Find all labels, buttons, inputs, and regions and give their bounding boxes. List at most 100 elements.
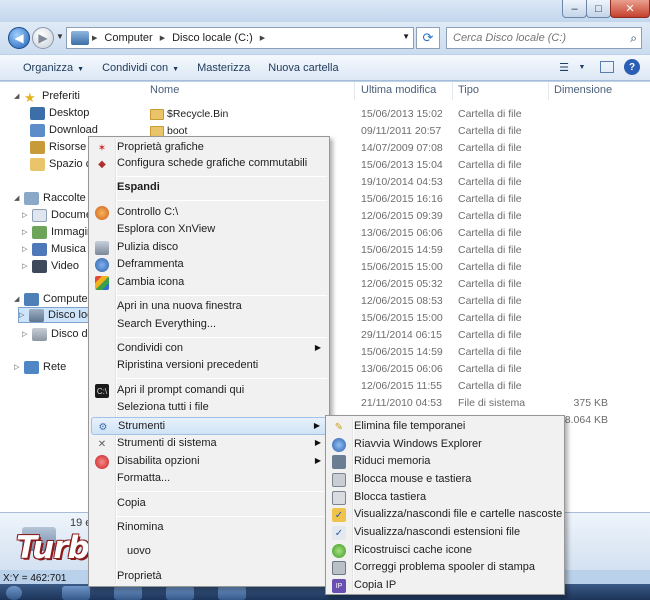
menu-format[interactable]: Formatta... — [91, 470, 327, 488]
new-folder-button[interactable]: Nuova cartella — [259, 62, 347, 74]
search-input[interactable] — [447, 28, 617, 48]
submenu-rebuild-icons[interactable]: Ricostruisci cache icone — [328, 542, 562, 560]
submenu-delete-temp[interactable]: ✎ Elimina file temporanei — [328, 418, 562, 436]
taskbar-explorer-icon[interactable] — [62, 586, 90, 600]
menu-graphics-config[interactable]: ◆ Configura schede grafiche commutabili — [91, 155, 327, 173]
menu-restore-versions[interactable]: Ripristina versioni precedenti — [91, 357, 327, 375]
submenu-block-mouse-keyboard[interactable]: Blocca mouse e tastiera — [328, 471, 562, 489]
menu-new[interactable]: uovo — [91, 543, 327, 561]
menu-defragment[interactable]: Deframmenta — [91, 256, 327, 274]
ip-address-icon: IP — [332, 579, 346, 593]
share-with-button[interactable]: Condividi con ▼ — [93, 62, 188, 74]
file-modified-date: 15/06/2013 15:04 — [361, 159, 443, 171]
menu-open-new-window[interactable]: Apri in una nuova finestra — [91, 298, 327, 316]
menu-share-with[interactable]: Condividi con ▶ — [91, 340, 327, 358]
collapse-arrow-icon[interactable]: ▷ — [22, 211, 32, 219]
menu-tools[interactable]: ⚙ Strumenti ▶ — [91, 417, 327, 435]
start-button[interactable] — [6, 586, 22, 600]
menu-label: uovo — [127, 545, 151, 557]
column-header-type[interactable]: Tipo — [458, 84, 479, 96]
nav-favorites[interactable]: ◢ ★ Preferiti — [14, 88, 80, 105]
maximize-button[interactable]: □ — [586, 0, 611, 18]
collapse-arrow-icon[interactable]: ▷ — [14, 363, 24, 371]
submenu-block-keyboard[interactable]: Blocca tastiera — [328, 489, 562, 507]
collapse-arrow-icon[interactable]: ▷ — [22, 245, 32, 253]
menu-disk-cleanup[interactable]: Pulizia disco — [91, 239, 327, 257]
collapse-arrow-icon[interactable]: ▷ — [22, 330, 32, 338]
address-dropdown-icon[interactable]: ▼ — [402, 32, 410, 41]
expand-arrow-icon[interactable]: ◢ — [14, 295, 24, 303]
preview-pane-icon[interactable] — [600, 61, 614, 73]
column-header-name[interactable]: Nome — [150, 84, 179, 96]
menu-rename[interactable]: Rinomina — [91, 519, 327, 537]
help-icon[interactable]: ? — [624, 59, 640, 75]
search-box[interactable]: ⌕ — [446, 27, 642, 49]
back-button[interactable]: ◀ — [8, 27, 30, 49]
menu-change-icon[interactable]: Cambia icona — [91, 274, 327, 292]
submenu-toggle-extensions[interactable]: ✓ Visualizza/nascondi estensioni file — [328, 524, 562, 542]
nav-images[interactable]: ▷ Immagin — [22, 224, 93, 240]
column-divider[interactable] — [354, 82, 355, 100]
menu-label: Strumenti di sistema — [117, 437, 217, 449]
nav-documents[interactable]: ▷ Documen — [22, 207, 98, 223]
submenu-fix-spooler[interactable]: Correggi problema spooler di stampa — [328, 559, 562, 577]
chevron-right-icon[interactable]: ▶ — [92, 34, 97, 42]
submenu-restart-explorer[interactable]: Riavvia Windows Explorer — [328, 436, 562, 454]
nav-downloads-label: Download — [49, 124, 98, 136]
taskbar-media-icon[interactable] — [218, 586, 246, 600]
breadcrumb-local-disk[interactable]: Disco locale (C:) — [168, 32, 257, 44]
chevron-right-icon[interactable]: ▶ — [160, 34, 165, 42]
nav-computer[interactable]: ◢ Computer — [14, 291, 91, 307]
nav-music[interactable]: ▷ Musica — [22, 241, 86, 257]
forward-button[interactable]: ▶ — [32, 27, 54, 49]
expand-arrow-icon[interactable]: ◢ — [14, 92, 24, 100]
collapse-arrow-icon[interactable]: ▷ — [22, 228, 32, 236]
taskbar-word-icon[interactable] — [114, 586, 142, 600]
submenu-copy-ip[interactable]: IP Copia IP — [328, 577, 562, 595]
nav-network[interactable]: ▷ Rete — [14, 359, 66, 375]
view-options-icon[interactable]: ☰ — [556, 59, 572, 75]
nav-desktop[interactable]: Desktop — [30, 105, 89, 121]
file-type: Cartella di file — [458, 244, 522, 256]
expand-arrow-icon[interactable]: ◢ — [14, 194, 24, 202]
nav-video-label: Video — [51, 260, 79, 272]
taskbar-app-icon[interactable] — [166, 586, 194, 600]
file-type: Cartella di file — [458, 312, 522, 324]
command-prompt-icon: C:\ — [95, 384, 109, 398]
address-bar[interactable]: ▶ Computer ▶ Disco locale (C:) ▶ ▼ — [66, 27, 414, 49]
column-divider[interactable] — [452, 82, 453, 100]
nav-video[interactable]: ▷ Video — [22, 258, 79, 274]
menu-search-everything[interactable]: Search Everything... — [91, 316, 327, 334]
menu-check-disk[interactable]: Controllo C:\ — [91, 204, 327, 222]
column-header-size[interactable]: Dimensione — [554, 84, 612, 96]
chevron-down-icon[interactable]: ▼ — [574, 59, 590, 75]
refresh-button[interactable]: ⟳ — [416, 27, 440, 49]
file-row[interactable]: $Recycle.Bin 15/06/2013 15:02 Cartella di … — [134, 108, 650, 125]
organize-button[interactable]: Organizza ▼ — [14, 62, 93, 74]
column-divider[interactable] — [548, 82, 549, 100]
menu-select-all[interactable]: Seleziona tutti i file — [91, 399, 327, 417]
collapse-arrow-icon[interactable]: ▷ — [22, 262, 32, 270]
menu-label: Configura schede grafiche commutabili — [117, 157, 308, 169]
menu-label: Seleziona tutti i file — [117, 401, 209, 413]
breadcrumb-computer[interactable]: Computer — [100, 32, 156, 44]
collapse-arrow-icon[interactable]: ▷ — [19, 311, 29, 319]
menu-xnview[interactable]: Esplora con XnView — [91, 221, 327, 239]
nav-libraries[interactable]: ◢ Raccolte — [14, 190, 86, 206]
column-header-modified[interactable]: Ultima modifica — [361, 84, 436, 96]
close-button[interactable]: ✕ — [610, 0, 650, 18]
recent-pages-dropdown[interactable]: ▼ — [56, 32, 64, 41]
search-icon[interactable]: ⌕ — [630, 31, 637, 46]
menu-expand[interactable]: Espandi — [91, 179, 327, 197]
nav-data-disk[interactable]: ▷ Disco dat — [22, 326, 97, 342]
submenu-toggle-hidden[interactable]: ✓ Visualizza/nascondi file e cartelle na… — [328, 506, 562, 524]
minimize-button[interactable]: – — [562, 0, 587, 18]
chevron-right-icon[interactable]: ▶ — [260, 34, 265, 42]
burn-button[interactable]: Masterizza — [188, 62, 259, 74]
menu-properties[interactable]: Proprietà — [91, 568, 327, 586]
menu-open-cmd[interactable]: C:\ Apri il prompt comandi qui — [91, 382, 327, 400]
menu-system-tools[interactable]: ✕ Strumenti di sistema ▶ — [91, 435, 327, 453]
menu-disable-options[interactable]: Disabilita opzioni ▶ — [91, 453, 327, 471]
submenu-reduce-memory[interactable]: Riduci memoria — [328, 453, 562, 471]
menu-copy[interactable]: Copia — [91, 495, 327, 513]
